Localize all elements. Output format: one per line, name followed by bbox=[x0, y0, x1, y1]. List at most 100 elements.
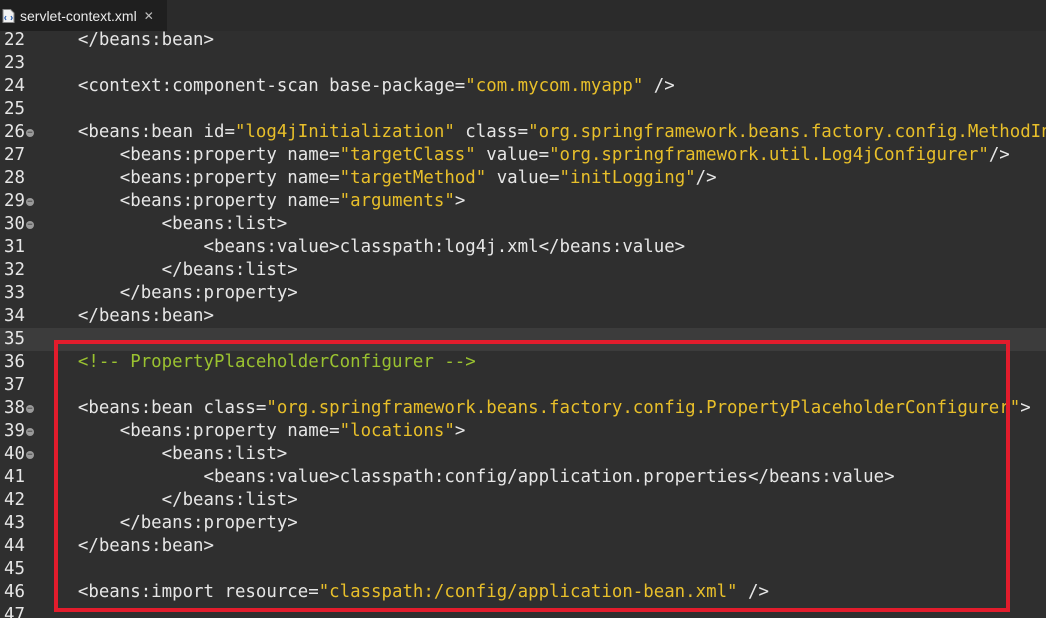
line-number: 32 bbox=[4, 260, 25, 280]
line-number: 26 bbox=[4, 122, 25, 142]
fold-collapse-icon[interactable]: − bbox=[26, 451, 34, 460]
line-number: 33 bbox=[4, 283, 25, 303]
line-number: 31 bbox=[4, 237, 25, 257]
markup-token: </beans:bean> bbox=[77, 31, 215, 50]
fold-collapse-icon[interactable]: − bbox=[26, 198, 34, 207]
markup-token: > bbox=[1020, 398, 1031, 418]
editor-tab-bar: servlet-context.xml ✕ bbox=[0, 0, 1046, 31]
code-line[interactable]: 32 </beans:list> bbox=[0, 259, 1046, 282]
code-text: <beans:value>classpath:log4j.xml</beans:… bbox=[36, 236, 686, 259]
markup-token: <beans:value>classpath:log4j.xml</beans:… bbox=[203, 237, 686, 257]
code-line[interactable]: 22 </beans:bean> bbox=[0, 31, 1046, 52]
markup-token: value= bbox=[486, 168, 560, 188]
string-token: "org.springframework.beans.factory.confi… bbox=[528, 122, 1046, 142]
markup-token: <beans:property name= bbox=[119, 191, 340, 211]
string-token: "targetMethod" bbox=[339, 168, 487, 188]
string-token: "targetClass" bbox=[339, 145, 476, 165]
line-number: 27 bbox=[4, 145, 25, 165]
line-number: 41 bbox=[4, 467, 25, 487]
line-number: 29 bbox=[4, 191, 25, 211]
markup-token: /> bbox=[695, 168, 717, 188]
markup-token: /> bbox=[988, 145, 1010, 165]
code-text: <beans:list> bbox=[36, 213, 288, 236]
line-number: 36 bbox=[4, 352, 25, 372]
code-line[interactable]: 28 <beans:property name="targetMethod" v… bbox=[0, 167, 1046, 190]
line-number: 43 bbox=[4, 513, 25, 533]
code-text: </beans:bean> bbox=[36, 31, 214, 52]
markup-token: class= bbox=[454, 122, 529, 142]
line-number: 45 bbox=[4, 559, 25, 579]
fold-collapse-icon[interactable]: − bbox=[26, 129, 34, 138]
code-text: <beans:property name="arguments"> bbox=[36, 190, 466, 213]
code-line[interactable]: 25 bbox=[0, 98, 1046, 121]
line-number: 24 bbox=[4, 76, 25, 96]
line-number: 37 bbox=[4, 375, 25, 395]
line-number: 35 bbox=[4, 329, 25, 349]
line-number: 30 bbox=[4, 214, 25, 234]
fold-collapse-icon[interactable]: − bbox=[26, 428, 34, 437]
code-line[interactable]: 26− <beans:bean id="log4jInitialization"… bbox=[0, 121, 1046, 144]
markup-token: <context:component-scan base-package= bbox=[77, 76, 466, 96]
line-number: 23 bbox=[4, 53, 25, 73]
highlight-annotation-box bbox=[54, 340, 1010, 612]
line-number: 38 bbox=[4, 398, 25, 418]
string-token: "com.mycom.myapp" bbox=[465, 76, 644, 96]
string-token: "org.springframework.util.Log4jConfigure… bbox=[549, 145, 989, 165]
code-text: <beans:bean id="log4jInitialization" cla… bbox=[36, 121, 1046, 144]
code-line[interactable]: 27 <beans:property name="targetClass" va… bbox=[0, 144, 1046, 167]
xml-file-icon bbox=[2, 8, 15, 23]
line-number: 22 bbox=[4, 31, 25, 50]
markup-token: value= bbox=[475, 145, 550, 165]
code-line[interactable]: 31 <beans:value>classpath:log4j.xml</bea… bbox=[0, 236, 1046, 259]
markup-token: <beans:property name= bbox=[119, 168, 340, 188]
line-number: 46 bbox=[4, 582, 25, 602]
code-line[interactable]: 34 </beans:bean> bbox=[0, 305, 1046, 328]
markup-token: </beans:list> bbox=[161, 260, 298, 280]
markup-token: > bbox=[454, 191, 466, 211]
string-token: "log4jInitialization" bbox=[234, 122, 455, 142]
markup-token: <beans:list> bbox=[161, 214, 288, 234]
string-token: "arguments" bbox=[339, 191, 455, 211]
line-number: 44 bbox=[4, 536, 25, 556]
code-line[interactable]: 29− <beans:property name="arguments"> bbox=[0, 190, 1046, 213]
line-number: 28 bbox=[4, 168, 25, 188]
tab-title: servlet-context.xml bbox=[20, 7, 137, 24]
code-line[interactable]: 33 </beans:property> bbox=[0, 282, 1046, 305]
line-number: 25 bbox=[4, 99, 25, 119]
markup-token: </beans:bean> bbox=[77, 306, 215, 326]
fold-collapse-icon[interactable]: − bbox=[26, 221, 34, 230]
fold-collapse-icon[interactable]: − bbox=[26, 405, 34, 414]
code-text: <beans:property name="targetClass" value… bbox=[36, 144, 1010, 167]
string-token: "initLogging" bbox=[559, 168, 696, 188]
code-text: <context:component-scan base-package="co… bbox=[36, 75, 675, 98]
code-line[interactable]: 24 <context:component-scan base-package=… bbox=[0, 75, 1046, 98]
markup-token: <beans:bean id= bbox=[77, 122, 235, 142]
markup-token: </beans:property> bbox=[119, 283, 298, 303]
close-icon[interactable]: ✕ bbox=[144, 9, 154, 23]
tab-servlet-context-xml[interactable]: servlet-context.xml ✕ bbox=[0, 0, 167, 31]
line-number: 40 bbox=[4, 444, 25, 464]
code-text: <beans:property name="targetMethod" valu… bbox=[36, 167, 717, 190]
code-text: </beans:property> bbox=[36, 282, 298, 305]
line-number: 39 bbox=[4, 421, 25, 441]
markup-token: <beans:property name= bbox=[119, 145, 340, 165]
markup-token: /> bbox=[643, 76, 675, 96]
code-text: </beans:list> bbox=[36, 259, 298, 282]
line-number: 42 bbox=[4, 490, 25, 510]
line-number: 34 bbox=[4, 306, 25, 326]
code-text: </beans:bean> bbox=[36, 305, 214, 328]
code-line[interactable]: 30− <beans:list> bbox=[0, 213, 1046, 236]
line-number: 47 bbox=[4, 605, 25, 618]
code-line[interactable]: 23 bbox=[0, 52, 1046, 75]
